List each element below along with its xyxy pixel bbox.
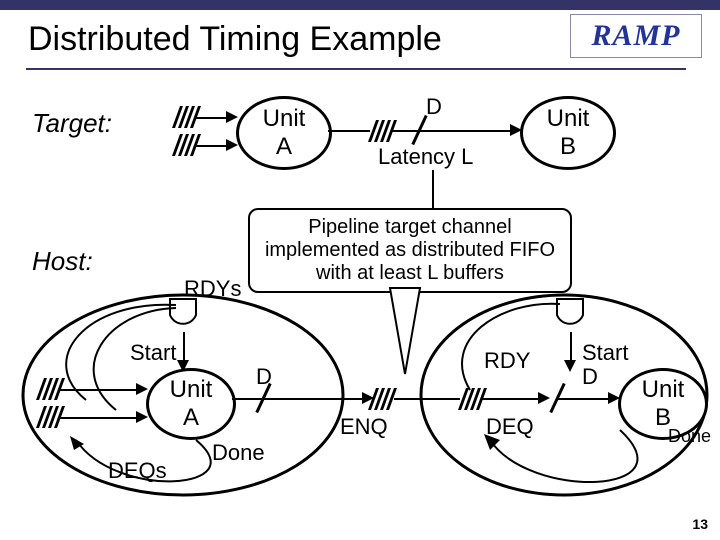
- callout-box: Pipeline target channel implemented as d…: [248, 208, 572, 293]
- header-bar: [0, 0, 720, 10]
- label-d-target: D: [426, 94, 442, 120]
- arrow-head-icon: [510, 124, 522, 136]
- page-number: 13: [692, 516, 708, 532]
- register-icon: [176, 134, 197, 156]
- arrow-head-icon: [226, 111, 238, 123]
- title-underline: [26, 68, 686, 70]
- arrow: [328, 130, 370, 132]
- arrow-head-icon: [362, 392, 374, 404]
- register-icon: [372, 120, 393, 142]
- section-host: Host:: [32, 246, 93, 277]
- register-icon: [176, 106, 197, 128]
- feedback-arcs-right: [430, 300, 720, 500]
- arrow-head-icon: [226, 139, 238, 151]
- logo: RAMP: [570, 14, 702, 58]
- register-icon: [372, 388, 393, 410]
- target-unit-b: Unit B: [520, 96, 616, 170]
- target-unit-a: Unit A: [236, 96, 332, 170]
- label-latency: Latency L: [378, 144, 473, 170]
- connector: [432, 170, 434, 210]
- section-target: Target:: [32, 108, 112, 139]
- page-title: Distributed Timing Example: [28, 20, 442, 59]
- feedback-arcs-left: [26, 300, 336, 500]
- arrow: [392, 130, 418, 132]
- arrow: [420, 130, 516, 132]
- slide: Distributed Timing Example RAMP Target: …: [0, 0, 720, 540]
- logo-text: RAMP: [591, 19, 680, 53]
- label-enq: ENQ: [340, 414, 388, 440]
